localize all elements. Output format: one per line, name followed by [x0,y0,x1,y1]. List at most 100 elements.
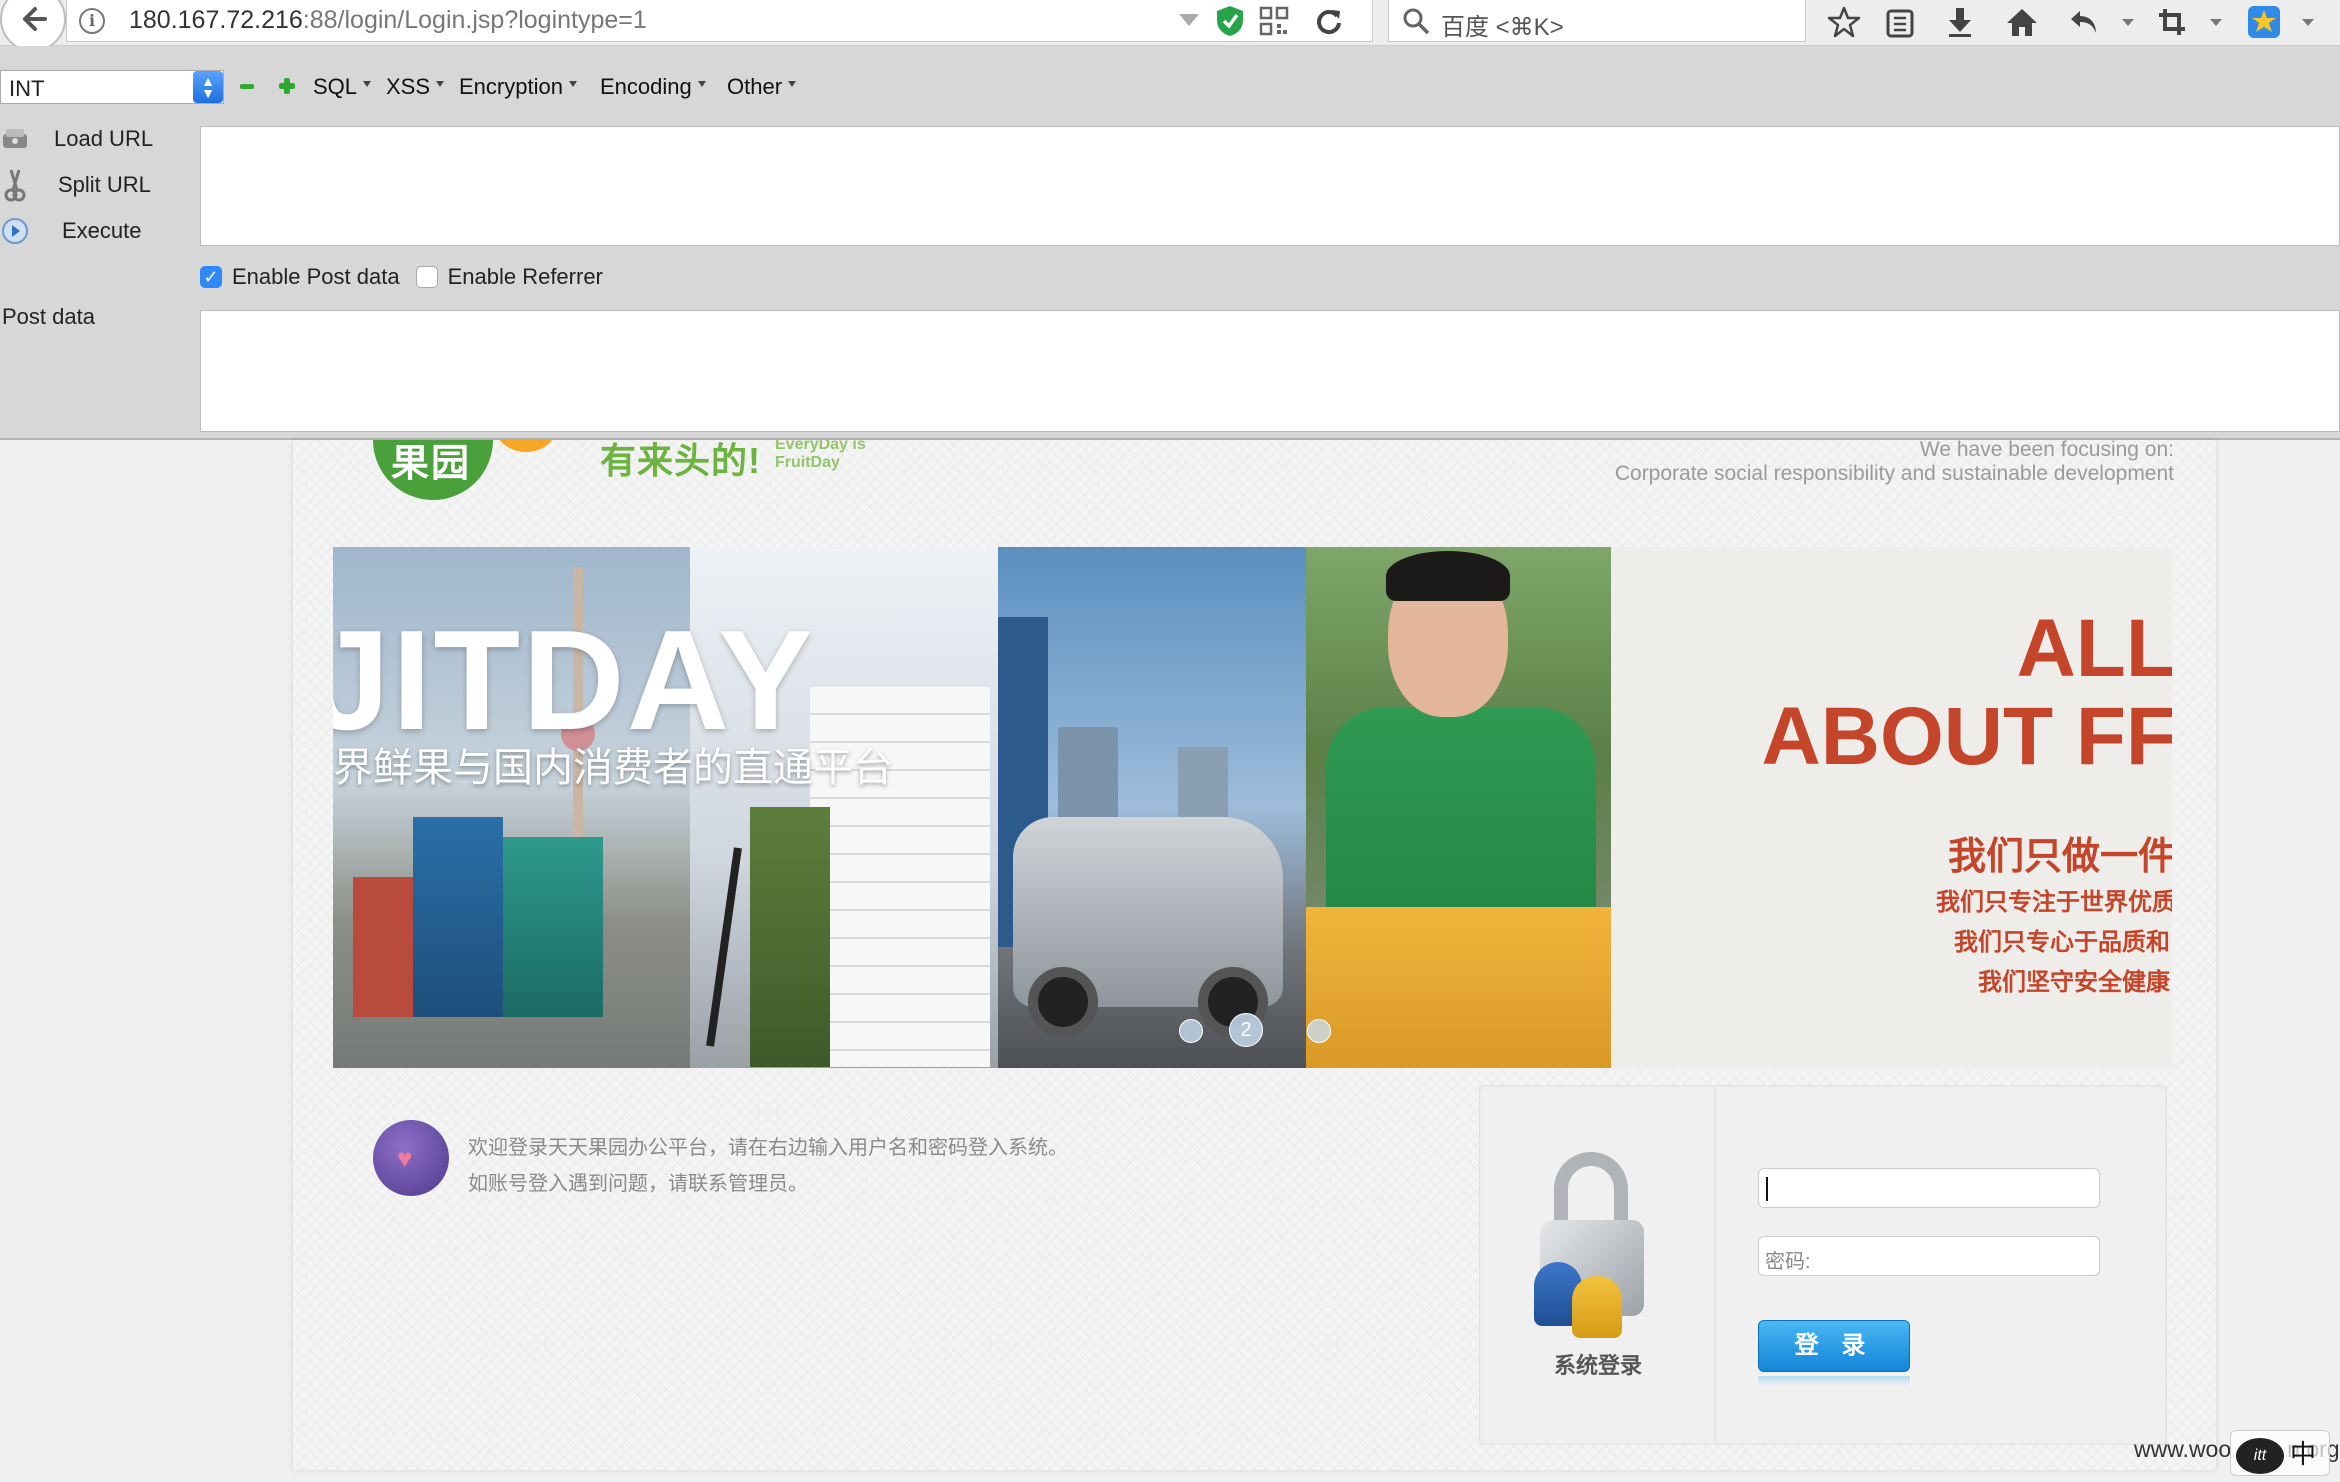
crop-icon [2159,9,2185,35]
slogan-en-line2: FruitDay [775,454,840,471]
carousel-dot-2[interactable]: 2 [1229,1013,1263,1047]
bookmark-star-button[interactable] [1824,4,1864,40]
load-url-icon [0,124,30,154]
blueberry-icon: ♥ [373,1120,449,1196]
home-icon [2007,9,2037,36]
slogan-en-line1: EveryDay is [775,440,866,453]
login-caption: 系统登录 [1553,1353,1642,1378]
banner-van-image [998,547,1306,1068]
chevron-down-icon [697,81,706,87]
download-icon [1949,8,1971,37]
reload-button[interactable] [1309,4,1349,38]
banner-right-cn: 我们只做一件 [1947,836,2172,878]
search-input[interactable]: 百度 <⌘K> [1441,7,1564,42]
browser-toolbar: i 180.167.72.216:88/login/Login.jsp?logi… [0,0,2340,52]
username-field[interactable] [1758,1168,2100,1208]
back-button[interactable] [0,0,66,52]
info-icon[interactable]: i [79,8,105,34]
login-panel: 系统登录 密码: 登 录 [1479,1085,2167,1446]
options-row: ✓ Enable Post data Enable Referrer [200,264,603,290]
select-arrows-icon[interactable]: ▲ ▼ [193,71,223,103]
shield-icon[interactable] [1215,4,1245,38]
chevron-down-icon [363,81,372,87]
qr-code-icon[interactable] [1259,6,1289,36]
chevron-down-icon [436,81,445,87]
banner-right-heading: ALL ABOUT FF [1611,605,2172,781]
play-icon [0,216,30,246]
banner-right-line1: ALL [2016,603,2172,694]
url-dropdown-icon[interactable] [1179,14,1199,26]
menu-dropdown[interactable] [2298,4,2318,40]
slogan: 有来头的! [600,440,761,481]
logo-text: 果园 [391,443,472,485]
carousel-dot-1[interactable] [1179,1019,1203,1043]
clipboard-icon [1886,9,1914,38]
carousel-dot-3[interactable] [1307,1019,1331,1043]
url-text[interactable]: 180.167.72.216:88/login/Login.jsp?logint… [129,6,647,35]
star-icon [1827,6,1861,38]
extension-button[interactable] [2244,4,2284,40]
undo-button[interactable] [2064,4,2104,40]
split-url-label: Split URL [58,172,151,197]
url-bar[interactable]: i 180.167.72.216:88/login/Login.jsp?logi… [66,0,1373,42]
logo-fruit-icon [495,440,557,452]
minus-icon[interactable] [240,84,254,89]
text-cursor [1766,1177,1768,1201]
banner-right-cn-list: 我们只专注于世界优质 我们只专心于品质和 我们坚守安全健康 [1936,883,2172,1003]
home-button[interactable] [2002,4,2042,40]
undo-icon [2071,11,2096,33]
load-url-button[interactable]: Load URL [0,122,153,156]
banner-right-cn-2: 我们只专心于品质和 [1954,929,2170,956]
menu-encoding[interactable]: Encoding [600,74,706,100]
post-data-textarea[interactable] [200,310,2340,432]
reload-icon [1317,10,1341,35]
undo-dropdown[interactable] [2118,4,2138,40]
login-button[interactable]: 登 录 [1758,1320,1910,1372]
execute-label: Execute [62,218,142,243]
type-select[interactable]: INT ▲ ▼ [0,70,224,104]
banner-right-cn-3: 我们坚守安全健康 [1978,969,2170,996]
reading-list-button[interactable] [1880,4,1920,40]
star-badge-icon [2248,6,2280,38]
crop-button[interactable] [2152,4,2192,40]
banner-text-panel: ALL ABOUT FF 我们只做一件 我们只专注于世界优质 我们只专心于品质和 … [1611,547,2172,1068]
load-url-label: Load URL [54,126,154,151]
welcome-message: 欢迎登录天天果园办公平台，请在右边输入用户名和密码登入系统。 如账号登入遇到问题… [468,1130,1068,1202]
welcome-line2: 如账号登入遇到问题，请联系管理员。 [468,1173,808,1195]
downloads-button[interactable] [1940,4,1980,40]
chevron-down-icon [2122,18,2134,26]
enable-post-checkbox[interactable]: ✓ [200,266,222,288]
menu-encryption-label: Encryption [459,74,563,99]
watermark-text: www.woo [2134,1436,2232,1462]
menu-other[interactable]: Other [727,74,797,100]
arrow-left-icon [23,7,47,31]
banner-courier-image [1306,547,1611,1068]
banner-subtitle: 界鲜果与国内消费者的直通平台 [333,746,893,790]
crop-dropdown[interactable] [2206,4,2226,40]
search-icon [1403,8,1430,35]
chevron-down-icon [2302,18,2314,26]
search-bar[interactable]: 百度 <⌘K> [1388,0,1806,42]
post-data-label: Post data [2,304,95,329]
chevron-down-icon [568,81,577,87]
split-url-button[interactable]: Split URL [0,168,151,202]
url-textarea[interactable] [200,126,2340,246]
ime-indicator[interactable]: 中 [2290,1434,2316,1471]
menu-sql-label: SQL [313,74,358,99]
type-select-value: INT [9,76,45,101]
menu-xss-label: XSS [386,74,431,99]
menu-xss[interactable]: XSS [386,74,445,100]
menu-encryption[interactable]: Encryption [459,74,577,100]
login-page: 果园 有来头的! EveryDay is FruitDay We have bee… [293,440,2216,1470]
banner-carousel[interactable]: ALL ABOUT FF 我们只做一件 我们只专注于世界优质 我们只专心于品质和 … [333,547,2172,1068]
chat-bubble-icon[interactable]: itt [2236,1438,2284,1474]
password-field[interactable]: 密码: [1758,1236,2100,1276]
plus-icon[interactable] [279,78,295,94]
execute-button[interactable]: Execute [0,214,142,248]
banner-right-cn-1: 我们只专注于世界优质 [1936,889,2172,916]
banner-right-line2: ABOUT FF [1761,691,2172,782]
enable-referrer-checkbox[interactable] [415,266,438,288]
menu-sql[interactable]: SQL [313,74,372,100]
enable-post-label: Enable Post data [232,264,400,289]
chevron-down-icon [788,81,797,87]
